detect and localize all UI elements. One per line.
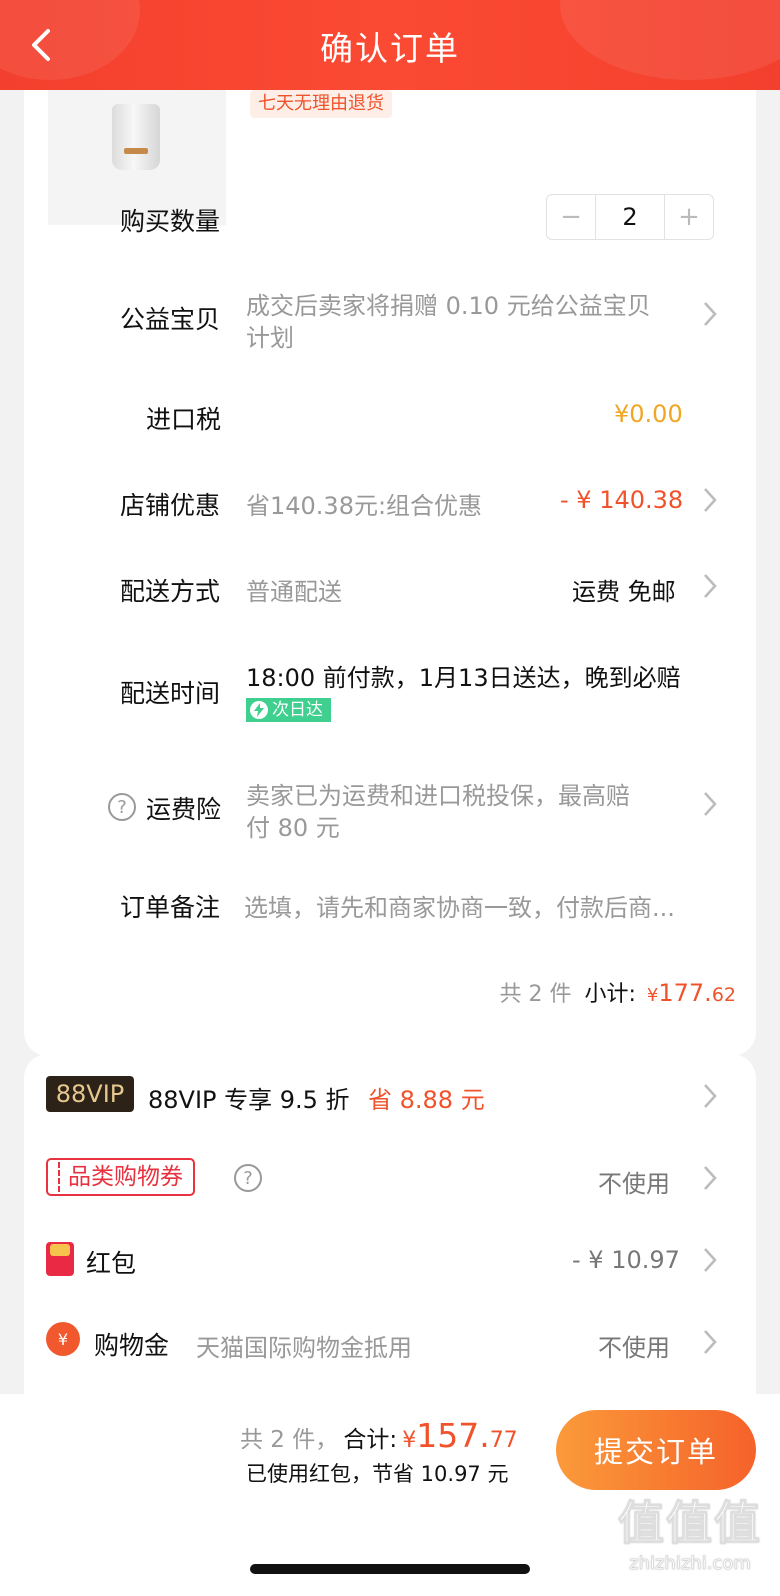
charity-desc-line2: 计划: [246, 324, 294, 352]
charity-label: 公益宝贝: [120, 305, 221, 334]
thermos-bottle-image: [112, 104, 160, 170]
shipping-insurance-line2: 付 80 元: [246, 814, 340, 842]
saving-note: 已使用红包，节省 10.97 元: [246, 1462, 509, 1486]
red-packet-icon: [46, 1242, 74, 1276]
shipping-fee-value: 运费 免邮: [572, 578, 676, 606]
submit-order-button[interactable]: 提交订单: [556, 1410, 756, 1490]
chevron-right-icon[interactable]: [702, 300, 718, 328]
total-count: 共 2 件，: [240, 1427, 339, 1453]
charity-desc-line1: 成交后卖家将捐赠 0.10 元给公益宝贝: [246, 292, 651, 320]
watermark-main: 值值值: [618, 1496, 762, 1551]
checkout-bar: 共 2 件， 合计: ¥157.77 已使用红包，节省 10.97 元 提交订单…: [0, 1394, 780, 1596]
red-packet-label: 红包: [86, 1249, 137, 1278]
import-tax-value: ¥0.00: [614, 400, 683, 428]
order-remark-input[interactable]: 选填，请先和商家协商一致，付款后商...: [244, 888, 714, 923]
watermark-url: zhizhizhi.com: [629, 1553, 751, 1575]
subtotal-currency: ¥: [646, 985, 659, 1006]
quantity-label: 购买数量: [120, 207, 221, 236]
subtotal-label: 小计:: [584, 982, 636, 1007]
subtotal-count: 共 2 件: [499, 982, 572, 1007]
chevron-right-icon[interactable]: [702, 486, 718, 514]
total-currency: ¥: [402, 1428, 417, 1453]
shopping-gold-label: 购物金: [94, 1331, 170, 1360]
chevron-right-icon[interactable]: [702, 1164, 718, 1192]
next-day-badge: 次日达: [246, 698, 331, 722]
store-discount-value: - ¥ 140.38: [560, 486, 684, 514]
order-details-card: 七天无理由退货 购买数量 − 2 + 公益宝贝 成交后卖家将捐赠 0.10 元给…: [24, 70, 756, 1056]
chevron-right-icon[interactable]: [702, 1246, 718, 1274]
shipping-insurance-label: 运费险: [146, 795, 222, 824]
red-packet-value: - ¥ 10.97: [572, 1246, 680, 1274]
chevron-right-icon[interactable]: [702, 1082, 718, 1110]
total-int: 157.: [416, 1416, 490, 1455]
help-icon[interactable]: ?: [108, 793, 136, 821]
total-label: 合计:: [343, 1427, 398, 1453]
delivery-time-desc: 18:00 前付款，1月13日送达，晚到必赔: [246, 664, 681, 692]
home-indicator: [250, 1564, 530, 1574]
quantity-stepper[interactable]: − 2 +: [546, 194, 714, 240]
quantity-value[interactable]: 2: [595, 195, 665, 239]
money-bag-icon: ¥: [46, 1322, 80, 1356]
vip-badge: 88VIP: [46, 1076, 134, 1112]
subtotal-dec: 62: [711, 984, 736, 1006]
watermark: 值值值 zhizhizhi.com: [618, 1487, 762, 1575]
shopping-gold-desc: 天猫国际购物金抵用: [196, 1334, 412, 1362]
delivery-time-label: 配送时间: [120, 679, 221, 708]
shipping-insurance-line1: 卖家已为运费和进口税投保，最高赔: [246, 782, 630, 810]
category-coupon-label: 品类购物券: [68, 1164, 183, 1190]
coupon-value: 不使用: [598, 1170, 670, 1198]
increment-button[interactable]: +: [665, 195, 713, 239]
discounts-card: 88VIP 88VIP 专享 9.5 折 省 8.88 元 品类购物券 ? 不使…: [24, 1054, 756, 1424]
order-remark-label: 订单备注: [120, 893, 221, 922]
chevron-right-icon[interactable]: [702, 790, 718, 818]
import-tax-label: 进口税: [146, 405, 222, 434]
delivery-method-label: 配送方式: [120, 577, 221, 606]
page-title: 确认订单: [320, 29, 460, 68]
vip-discount-text: 88VIP 专享 9.5 折: [148, 1086, 350, 1114]
category-coupon-badge: 品类购物券: [46, 1158, 195, 1196]
shopping-gold-value: 不使用: [598, 1334, 670, 1362]
next-day-label: 次日达: [272, 700, 323, 720]
decrement-button[interactable]: −: [547, 195, 595, 239]
total-dec: 77: [489, 1428, 518, 1453]
lightning-icon: [250, 701, 268, 719]
chevron-right-icon[interactable]: [702, 572, 718, 600]
subtotal: 共 2 件 小计: ¥177.62: [500, 976, 736, 1008]
store-discount-label: 店铺优惠: [120, 491, 221, 520]
store-discount-desc: 省140.38元:组合优惠: [246, 492, 483, 520]
vip-saving: 省 8.88 元: [368, 1086, 485, 1114]
chevron-right-icon[interactable]: [702, 1328, 718, 1356]
delivery-method-desc: 普通配送: [246, 578, 342, 606]
subtotal-int: 177.: [658, 979, 712, 1007]
return-policy-tag: 七天无理由退货: [250, 90, 392, 118]
total-summary: 共 2 件， 合计: ¥157.77: [240, 1416, 518, 1455]
help-icon[interactable]: ?: [234, 1164, 262, 1192]
nav-header: 确认订单: [0, 0, 780, 90]
